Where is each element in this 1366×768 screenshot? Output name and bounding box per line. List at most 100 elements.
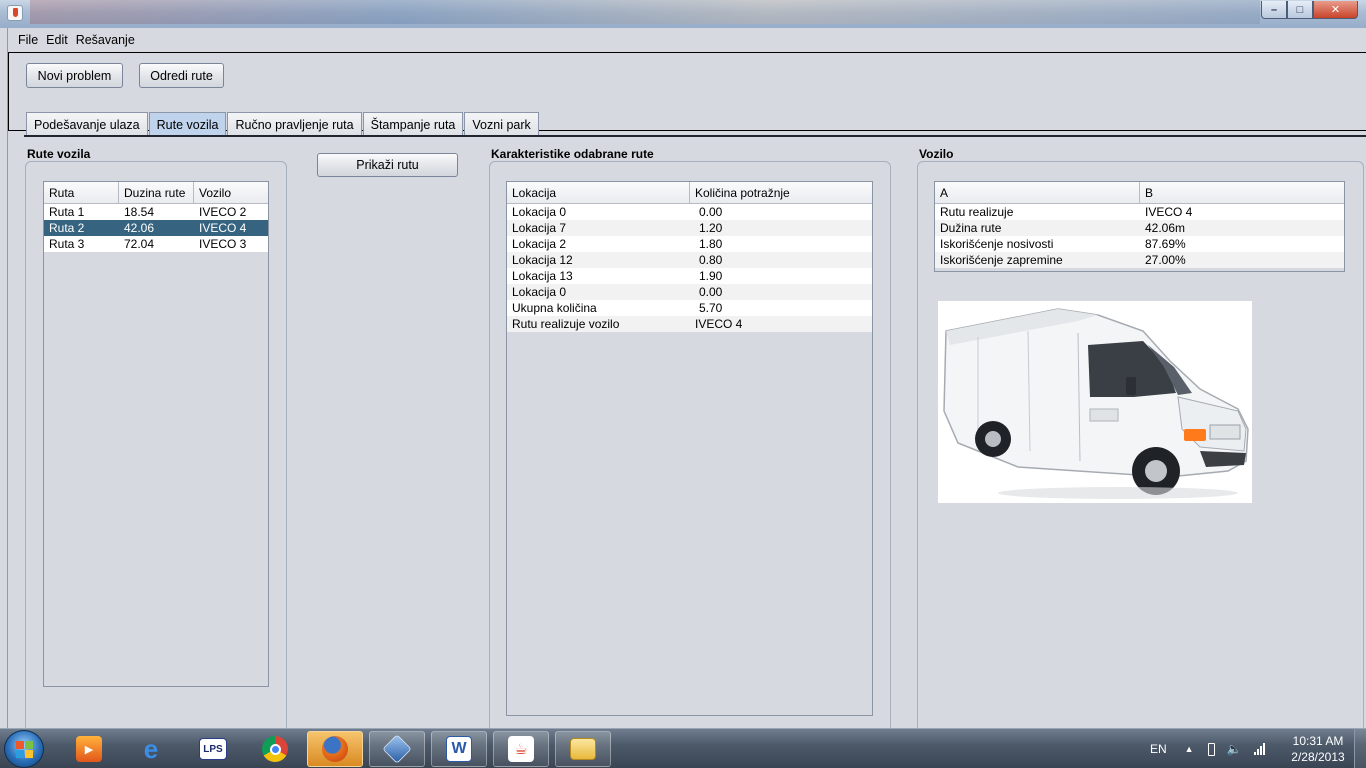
chrome-icon xyxy=(262,736,288,762)
table-row[interactable]: Lokacija 7 1.20 xyxy=(507,220,872,236)
table-header: A B xyxy=(935,182,1344,204)
title-bar: – □ ✕ xyxy=(0,0,1366,28)
cell-kolicina: 0.00 xyxy=(699,285,723,299)
col-lokacija[interactable]: Lokacija xyxy=(507,182,690,203)
table-row[interactable]: Rutu realizuje IVECO 4 xyxy=(935,204,1344,220)
clock[interactable]: 10:31 AM 2/28/2013 xyxy=(1280,733,1356,765)
col-vozilo[interactable]: Vozilo xyxy=(194,182,268,203)
taskbar-virtualbox[interactable] xyxy=(369,731,425,767)
cell-kolicina: 5.70 xyxy=(699,301,723,315)
language-indicator[interactable]: EN xyxy=(1150,742,1167,756)
karakteristike-title: Karakteristike odabrane rute xyxy=(491,147,654,161)
col-duzina-rute[interactable]: Duzina rute xyxy=(119,182,194,203)
vehicle-image xyxy=(938,301,1252,503)
java-app-icon xyxy=(7,5,23,21)
cell-lokacija: Ukupna količina xyxy=(512,301,597,315)
table-row[interactable]: Lokacija 12 0.80 xyxy=(507,252,872,268)
volume-icon[interactable]: 🔈 xyxy=(1227,742,1242,756)
cell-kolicina: 1.20 xyxy=(699,221,723,235)
cell-a: Dužina rute xyxy=(940,221,1002,235)
cell-ruta: Ruta 3 xyxy=(49,237,85,251)
internet-explorer-icon: e xyxy=(143,733,159,764)
folder-icon xyxy=(570,738,596,760)
cell-kolicina: 0.80 xyxy=(699,253,723,267)
taskbar-internet-explorer[interactable]: e xyxy=(123,731,179,767)
cell-b: 27.00% xyxy=(1145,253,1186,267)
menu-resavanje[interactable]: Rešavanje xyxy=(76,33,135,47)
table-row[interactable]: Iskorišćenje nosivosti 87.69% xyxy=(935,236,1344,252)
taskbar-explorer[interactable] xyxy=(555,731,611,767)
table-row[interactable]: Ukupna količina 5.70 xyxy=(507,300,872,316)
tab-underline xyxy=(24,135,1366,137)
col-a[interactable]: A xyxy=(935,182,1140,203)
vozilo-table[interactable]: A B Rutu realizuje IVECO 4 Dužina rute 42.… xyxy=(934,181,1345,272)
tab-vozni-park[interactable]: Vozni park xyxy=(464,112,539,136)
system-tray: EN ▲ 🔈 xyxy=(1150,729,1265,768)
word-icon: W xyxy=(446,736,472,762)
cell-b: 87.69% xyxy=(1145,237,1186,251)
cell-b: IVECO 4 xyxy=(1145,205,1193,219)
cell-duzina: 42.06 xyxy=(124,221,155,235)
cell-lokacija: Lokacija 12 xyxy=(512,253,573,267)
app-window: File Edit Rešavanje Novi problem Odredi … xyxy=(7,28,1366,741)
tab-bar: Podešavanje ulaza Rute vozila Ručno prav… xyxy=(26,112,540,136)
close-button[interactable]: ✕ xyxy=(1313,1,1358,19)
table-header: Ruta Duzina rute Vozilo xyxy=(44,182,268,204)
table-row[interactable]: Dužina rute 42.06m xyxy=(935,220,1344,236)
lps-icon: LPS xyxy=(199,738,227,760)
minimize-button[interactable]: – xyxy=(1261,1,1287,19)
table-row[interactable]: Iskorišćenje zapremine 27.00% xyxy=(935,252,1344,268)
cell-lokacija: Lokacija 0 xyxy=(512,285,567,299)
cell-kolicina: 0.00 xyxy=(699,205,723,219)
show-desktop-button[interactable] xyxy=(1354,729,1366,768)
taskbar-word[interactable]: W xyxy=(431,731,487,767)
cell-lokacija: Rutu realizuje vozilo xyxy=(512,317,620,331)
cell-kolicina: 1.80 xyxy=(699,237,723,251)
karakteristike-table[interactable]: Lokacija Količina potražnje Lokacija 0 0.… xyxy=(506,181,873,716)
window-controls: – □ ✕ xyxy=(1261,1,1358,19)
table-row-selected[interactable]: Ruta 2 42.06 IVECO 4 xyxy=(44,220,268,236)
tab-rute-vozila[interactable]: Rute vozila xyxy=(148,112,227,136)
table-header: Lokacija Količina potražnje xyxy=(507,182,872,204)
battery-icon[interactable] xyxy=(1207,742,1215,756)
rute-vozila-table[interactable]: Ruta Duzina rute Vozilo Ruta 1 18.54 IVE… xyxy=(43,181,269,687)
table-row[interactable]: Ruta 3 72.04 IVECO 3 xyxy=(44,236,268,252)
cell-lokacija: Lokacija 13 xyxy=(512,269,573,283)
prikazi-rutu-button[interactable]: Prikaži rutu xyxy=(317,153,458,177)
menu-edit[interactable]: Edit xyxy=(46,33,68,47)
cell-duzina: 72.04 xyxy=(124,237,155,251)
cell-duzina: 18.54 xyxy=(124,205,155,219)
cell-kolicina: 1.90 xyxy=(699,269,723,283)
media-player-icon: ▶ xyxy=(76,736,102,762)
cell-ruta: Ruta 2 xyxy=(49,221,85,235)
taskbar-media-player[interactable]: ▶ xyxy=(61,731,117,767)
taskbar-lps[interactable]: LPS xyxy=(185,731,241,767)
table-row[interactable]: Rutu realizuje vozilo IVECO 4 xyxy=(507,316,872,332)
vozilo-title: Vozilo xyxy=(919,147,954,161)
table-row[interactable]: Lokacija 0 0.00 xyxy=(507,284,872,300)
title-bar-background xyxy=(30,0,1260,24)
col-ruta[interactable]: Ruta xyxy=(44,182,119,203)
menu-file[interactable]: File xyxy=(18,33,38,47)
odredi-rute-button[interactable]: Odredi rute xyxy=(139,63,224,88)
col-kolicina-potraznje[interactable]: Količina potražnje xyxy=(690,182,872,203)
rute-vozila-title: Rute vozila xyxy=(27,147,91,161)
taskbar-firefox[interactable] xyxy=(307,731,363,767)
taskbar-chrome[interactable] xyxy=(247,731,303,767)
maximize-button[interactable]: □ xyxy=(1287,1,1313,19)
table-row[interactable]: Lokacija 13 1.90 xyxy=(507,268,872,284)
tab-stampanje-ruta[interactable]: Štampanje ruta xyxy=(362,112,464,136)
start-button[interactable] xyxy=(4,730,44,768)
table-row[interactable]: Lokacija 2 1.80 xyxy=(507,236,872,252)
table-row[interactable]: Lokacija 0 0.00 xyxy=(507,204,872,220)
table-row[interactable]: Ruta 1 18.54 IVECO 2 xyxy=(44,204,268,220)
col-b[interactable]: B xyxy=(1140,182,1344,203)
network-icon[interactable] xyxy=(1253,743,1265,755)
taskbar: ▶ e LPS W ☕ EN ▲ 🔈 10:31 AM 2/28/2013 xyxy=(0,728,1366,768)
show-hidden-icons-icon[interactable]: ▲ xyxy=(1185,744,1194,754)
tab-podesavanje-ulaza[interactable]: Podešavanje ulaza xyxy=(26,112,148,136)
taskbar-java[interactable]: ☕ xyxy=(493,731,549,767)
tab-rucno-pravljenje-ruta[interactable]: Ručno pravljenje ruta xyxy=(227,112,362,136)
van-illustration xyxy=(943,308,1249,499)
novi-problem-button[interactable]: Novi problem xyxy=(26,63,123,88)
